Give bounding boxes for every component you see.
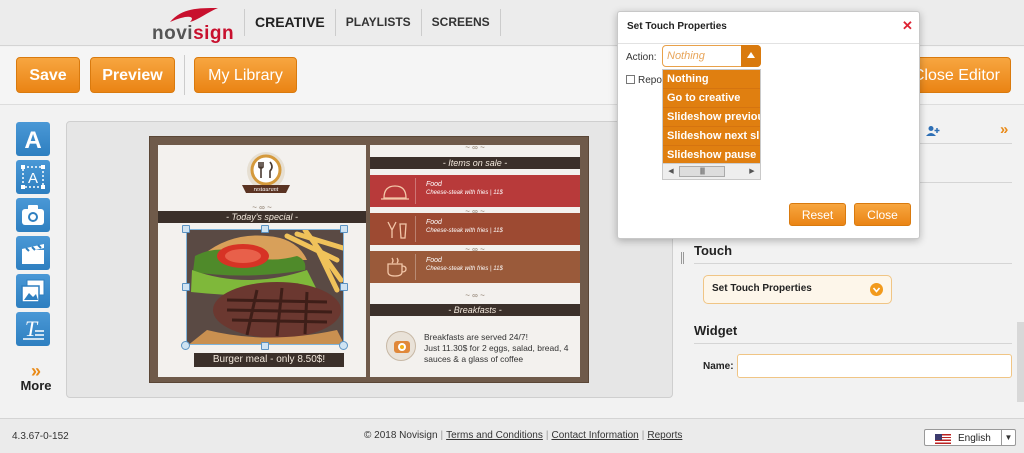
- items-on-sale-bar: - Items on sale -: [370, 157, 580, 169]
- close-icon[interactable]: ✕: [902, 19, 913, 32]
- widget-section-title: Widget: [694, 323, 738, 338]
- dropdown-hscrollbar[interactable]: ◀ |||||| ▶: [663, 163, 760, 179]
- save-button[interactable]: Save: [16, 57, 80, 93]
- decorative-ornament: ~ ∞ ~: [465, 143, 485, 152]
- menu-left-page: restaurant ~ ∞ ~ - Today's special - Bur…: [158, 145, 366, 377]
- action-label: Action:: [626, 52, 657, 63]
- burger-image[interactable]: [186, 229, 344, 345]
- panel-header-icons: »: [922, 121, 1020, 143]
- breakfasts-bar: - Breakfasts -: [370, 304, 580, 316]
- footer: 4.3.67-0-152 © 2018 Novisign | Terms and C…: [0, 418, 1024, 453]
- action-option[interactable]: Slideshow next slide: [663, 127, 760, 146]
- action-option[interactable]: Go to creative: [663, 89, 760, 108]
- todays-special-bar: - Today's special -: [158, 211, 366, 223]
- version-label: 4.3.67-0-152: [12, 431, 69, 442]
- nav-playlists[interactable]: PLAYLISTS: [334, 9, 421, 36]
- expand-panel-icon[interactable]: »: [1000, 121, 1008, 138]
- decorative-ornament: ~ ∞ ~: [465, 291, 485, 300]
- touch-properties-select[interactable]: Set Touch Properties: [703, 275, 892, 304]
- resize-handle-br[interactable]: [339, 341, 348, 350]
- chevron-up-icon[interactable]: [741, 45, 761, 67]
- close-button[interactable]: Close: [854, 203, 911, 226]
- coffee-icon: [374, 254, 416, 280]
- panel-splitter-handle[interactable]: [681, 252, 684, 264]
- main-nav: CREATIVE PLAYLISTS SCREENS: [244, 9, 501, 36]
- terms-link[interactable]: Terms and Conditions: [446, 430, 543, 441]
- touch-section-title: Touch: [694, 243, 733, 258]
- my-library-button[interactable]: My Library: [194, 57, 297, 93]
- action-option[interactable]: Nothing: [663, 70, 760, 89]
- resize-handle-t[interactable]: [261, 225, 269, 233]
- tools-column: A A T: [16, 122, 52, 350]
- clapperboard-icon[interactable]: [16, 236, 50, 270]
- panel-scrollbar[interactable]: [1017, 322, 1024, 402]
- us-flag-icon: [935, 434, 951, 444]
- resize-handle-l[interactable]: [182, 283, 190, 291]
- dialog-title: Set Touch Properties: [627, 21, 727, 32]
- svg-text:restaurant: restaurant: [254, 187, 279, 193]
- section-divider: [694, 343, 1012, 344]
- repeat-checkbox-row[interactable]: Repo: [626, 75, 662, 86]
- nav-creative[interactable]: CREATIVE: [244, 9, 335, 36]
- more-tools-button[interactable]: » More: [16, 361, 56, 393]
- svg-text:A: A: [24, 127, 41, 152]
- sale-item-row[interactable]: Food Cheese-steak with fries | 11$: [370, 175, 580, 207]
- camera-icon[interactable]: [16, 198, 50, 232]
- rich-text-icon[interactable]: T: [16, 312, 50, 346]
- nav-screens[interactable]: SCREENS: [420, 9, 501, 36]
- resize-handle-r[interactable]: [340, 283, 348, 291]
- add-user-icon[interactable]: [926, 125, 940, 137]
- contact-link[interactable]: Contact Information: [551, 430, 638, 441]
- resize-handle-tl[interactable]: [182, 225, 190, 233]
- section-divider: [694, 263, 1012, 264]
- menu-right-page: ~ ∞ ~ - Items on sale - Food Cheese-stea…: [370, 143, 580, 377]
- dialog-divider: [618, 43, 919, 44]
- widget-name-input[interactable]: [737, 354, 1012, 378]
- svg-text:A: A: [28, 170, 38, 187]
- scroll-left-icon[interactable]: ◀: [664, 165, 678, 178]
- chevron-down-icon: [870, 283, 883, 296]
- preview-button[interactable]: Preview: [90, 57, 175, 93]
- action-dropdown-list: Nothing Go to creative Slideshow previou…: [662, 69, 761, 180]
- novisign-logo[interactable]: novisign: [152, 6, 234, 44]
- cloche-icon: [374, 178, 416, 204]
- touch-properties-dialog: Set Touch Properties ✕ Action: Nothing R…: [617, 11, 920, 239]
- language-select[interactable]: English ▼: [924, 429, 1016, 446]
- action-select[interactable]: Nothing: [662, 45, 761, 67]
- reset-button[interactable]: Reset: [789, 203, 846, 226]
- breakfast-plate-icon: [386, 331, 416, 361]
- creative-canvas[interactable]: restaurant ~ ∞ ~ - Today's special - Bur…: [149, 136, 589, 383]
- close-editor-button[interactable]: Close Editor: [905, 57, 1011, 93]
- text-tool-icon[interactable]: A: [16, 122, 50, 156]
- restaurant-logo[interactable]: restaurant: [236, 149, 296, 201]
- chevron-down-icon: ▼: [1001, 430, 1015, 445]
- double-chevron-icon: »: [30, 361, 41, 381]
- scroll-right-icon[interactable]: ▶: [745, 165, 759, 178]
- textbox-tool-icon[interactable]: A: [16, 160, 50, 194]
- action-option[interactable]: Slideshow previous: [663, 108, 760, 127]
- resize-handle-b[interactable]: [261, 342, 269, 350]
- footer-links: © 2018 Novisign | Terms and Conditions | Con…: [364, 430, 683, 441]
- toolbar-divider: [184, 55, 185, 95]
- reports-link[interactable]: Reports: [647, 430, 682, 441]
- scroll-thumb[interactable]: ||||||: [679, 166, 725, 177]
- resize-handle-bl[interactable]: [181, 341, 190, 350]
- name-label: Name:: [703, 361, 734, 372]
- breakfast-description[interactable]: Breakfasts are served 24/7! Just 11.30$ …: [424, 332, 574, 365]
- price-caption[interactable]: Burger meal - only 8.50$!: [194, 353, 344, 367]
- sale-item-row[interactable]: Food Cheese-steak with fries | 11$: [370, 251, 580, 283]
- logo-swoosh-icon: [170, 8, 218, 22]
- gallery-icon[interactable]: [16, 274, 50, 308]
- svg-text:T: T: [25, 316, 39, 341]
- sale-item-row[interactable]: Food Cheese-steak with fries | 11$: [370, 213, 580, 245]
- resize-handle-tr[interactable]: [340, 225, 348, 233]
- logo-text: novisign: [152, 23, 235, 44]
- drinks-icon: [374, 216, 416, 242]
- repeat-checkbox[interactable]: [626, 75, 635, 84]
